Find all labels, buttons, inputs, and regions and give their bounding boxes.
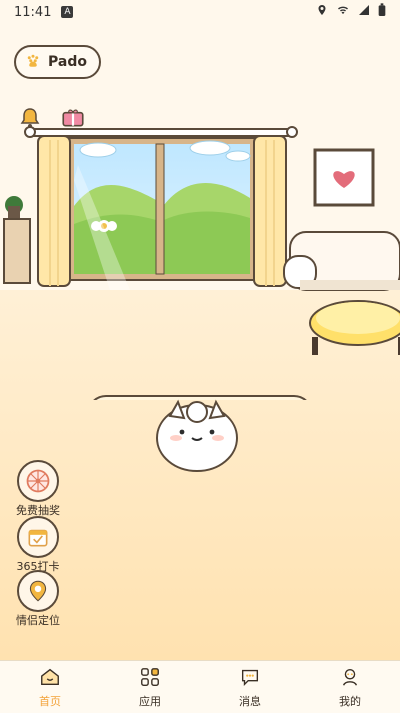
right-curtain	[253, 135, 287, 287]
cat-character[interactable]	[150, 392, 244, 474]
room-scene: Pado 免费抽奖 365打卡 情侣定位 首页 应用 消息 我的	[0, 0, 400, 713]
bottom-tabbar: 首页 应用 消息 我的	[0, 660, 400, 713]
cell-signal-icon	[358, 4, 370, 20]
profile-name: Pado	[48, 54, 87, 70]
couple-location-label: 情侣定位	[16, 614, 60, 627]
sofa	[283, 231, 400, 291]
profile-pill[interactable]: Pado	[14, 45, 101, 79]
status-bar: 11:41 A	[0, 0, 400, 24]
picture-frame	[313, 148, 375, 207]
tab-home-label: 首页	[39, 694, 61, 708]
tab-me-label: 我的	[339, 694, 361, 708]
tab-home[interactable]: 首页	[20, 666, 80, 709]
status-time: 11:41	[14, 4, 52, 20]
left-curtain	[37, 135, 71, 287]
lottery-button[interactable]: 免费抽奖	[16, 460, 60, 518]
lottery-icon	[17, 460, 59, 502]
round-table	[309, 300, 400, 355]
home-icon	[39, 666, 61, 691]
plant-stand	[3, 196, 31, 284]
wifi-icon	[336, 4, 350, 20]
status-badge-text: A	[64, 7, 71, 17]
tab-messages-label: 消息	[239, 694, 261, 708]
bell-icon[interactable]	[18, 106, 42, 134]
tab-messages[interactable]: 消息	[220, 666, 280, 709]
couple-location-button[interactable]: 情侣定位	[16, 570, 60, 628]
location-icon	[316, 4, 328, 20]
battery-icon	[378, 3, 386, 21]
apps-grid-icon	[139, 666, 161, 691]
tab-me[interactable]: 我的	[320, 666, 380, 709]
tab-apps[interactable]: 应用	[120, 666, 180, 709]
profile-icon	[339, 666, 361, 691]
status-badge: A	[61, 6, 74, 18]
tab-apps-label: 应用	[139, 694, 161, 708]
map-pin-icon	[17, 570, 59, 612]
chat-bubble-icon	[239, 666, 261, 691]
checkin-button[interactable]: 365打卡	[16, 516, 60, 574]
calendar-icon	[17, 516, 59, 558]
paw-icon	[24, 51, 42, 73]
gift-icon[interactable]	[60, 104, 86, 134]
